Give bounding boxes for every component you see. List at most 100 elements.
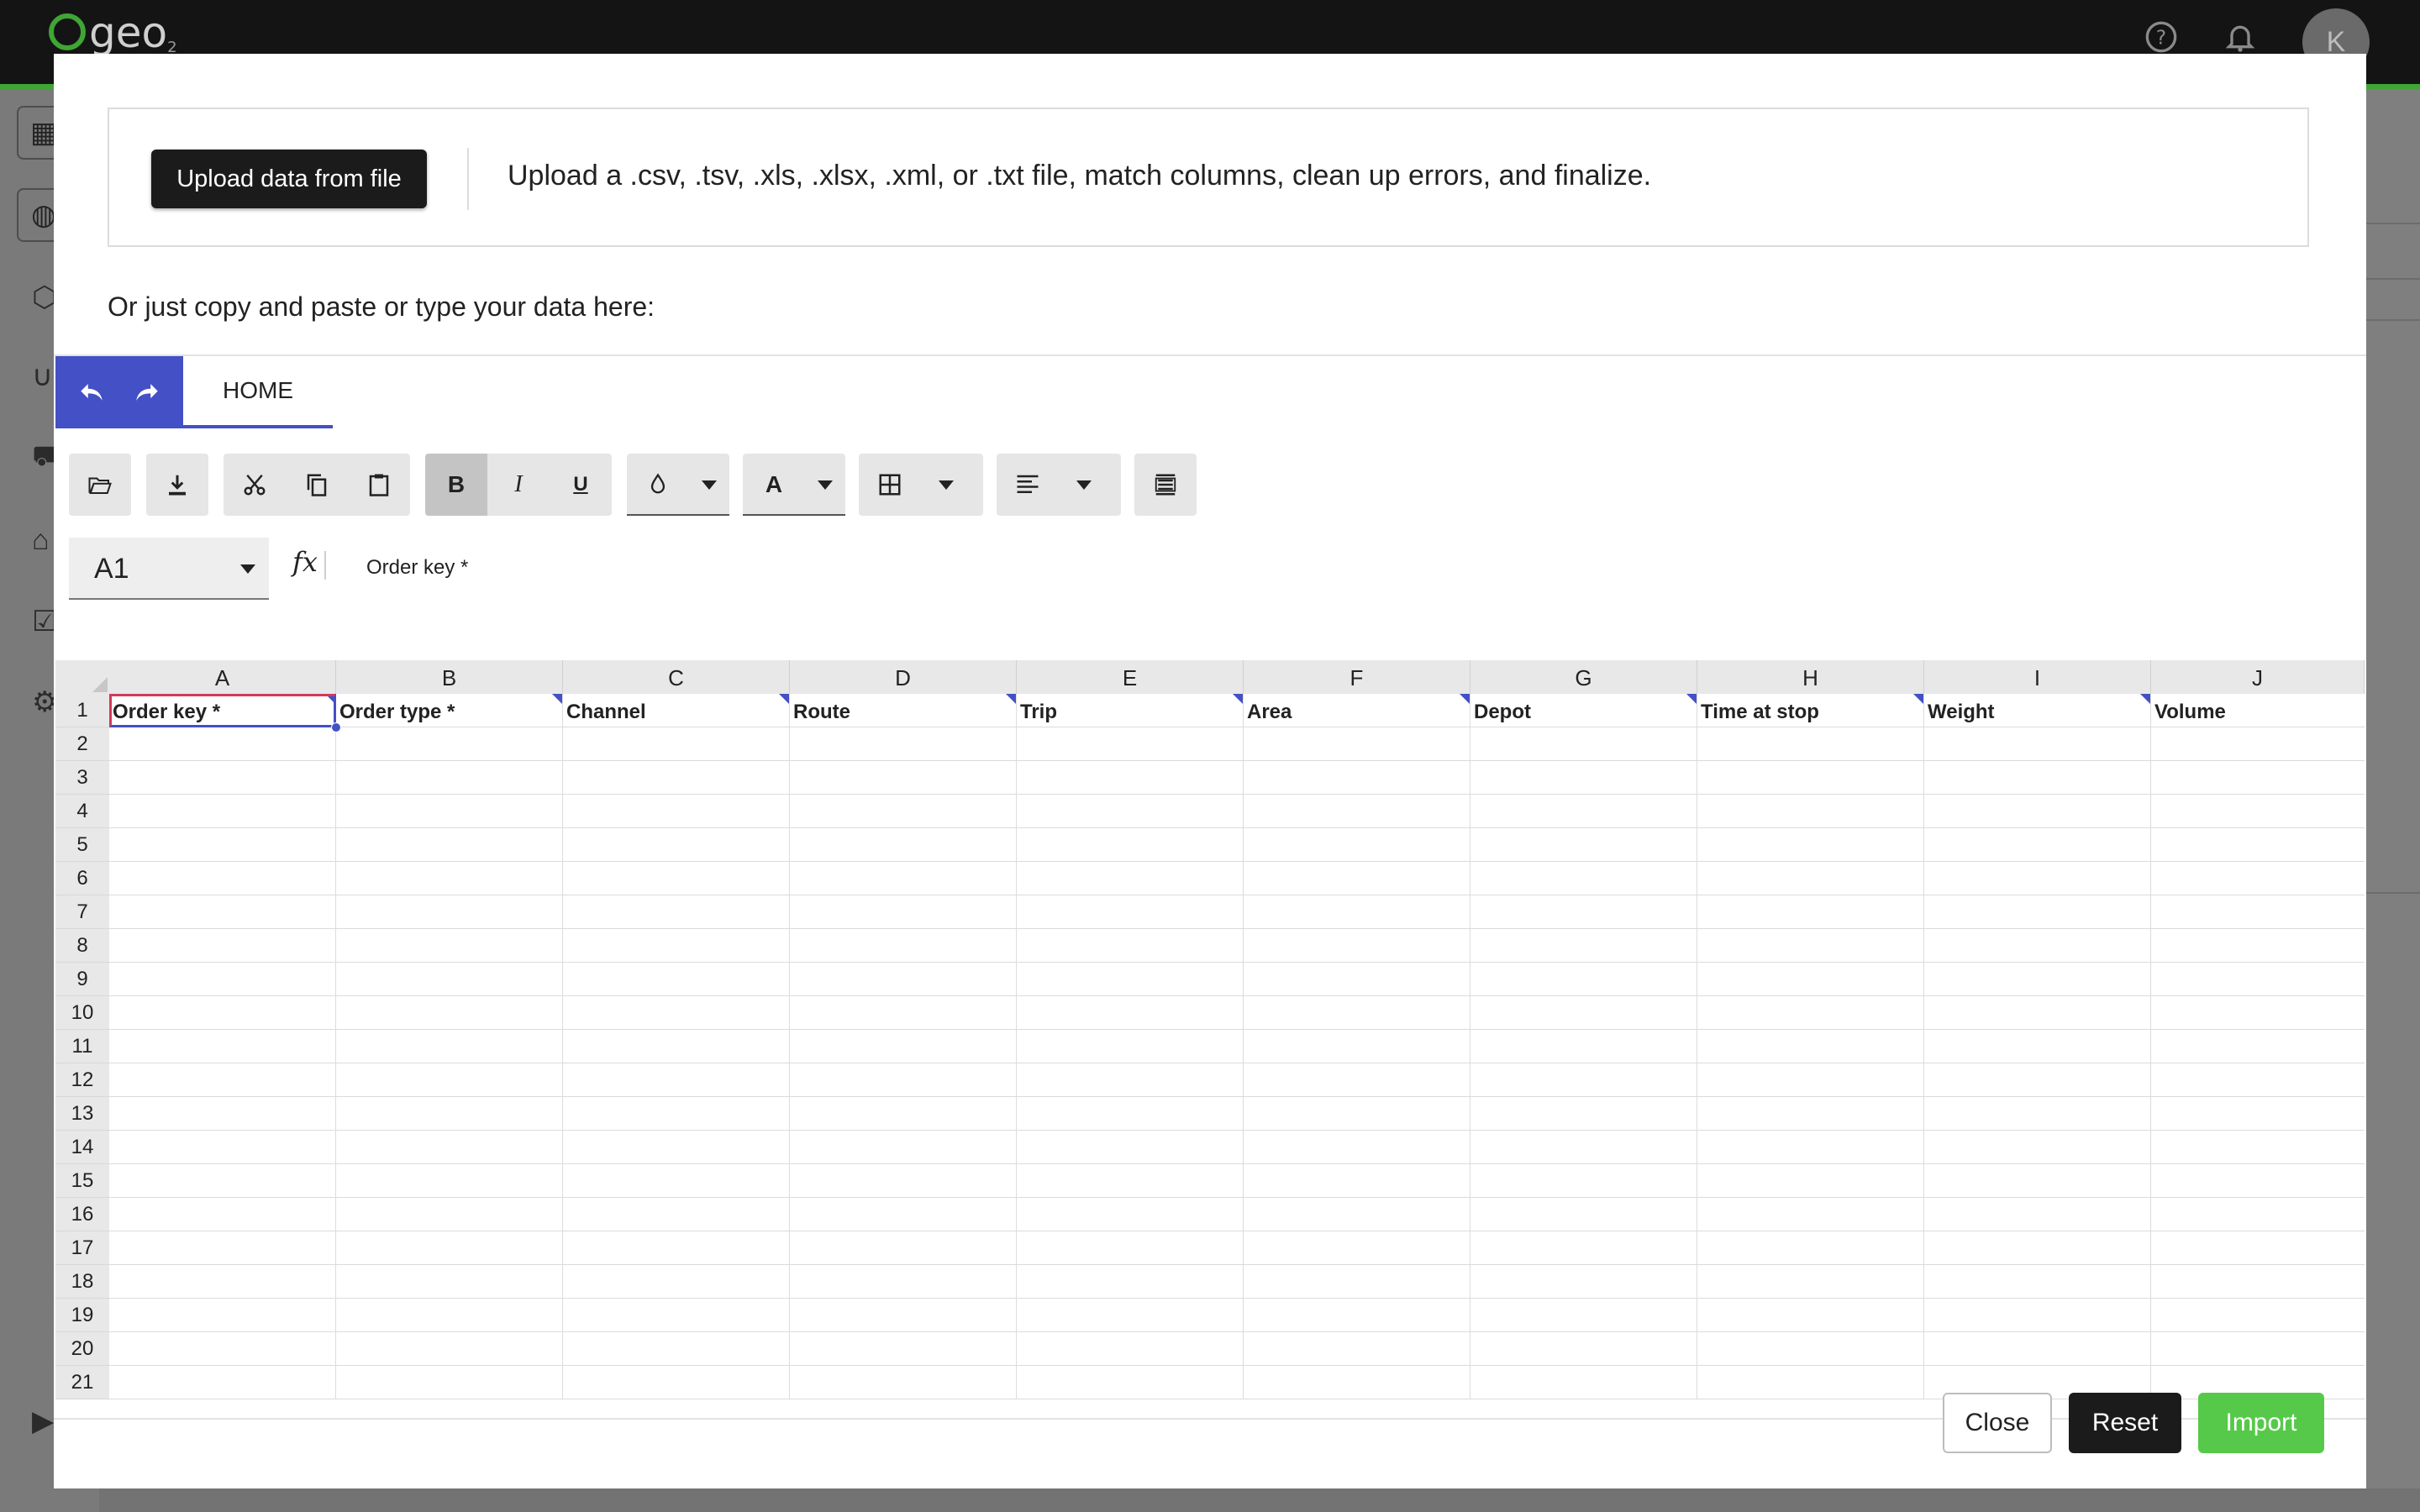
upload-file-button[interactable]: Upload data from file (151, 150, 427, 208)
upload-divider (467, 148, 469, 210)
row-header[interactable]: 10 (55, 996, 109, 1030)
column-header[interactable]: F (1244, 660, 1470, 694)
download-icon[interactable] (146, 454, 208, 516)
column-header[interactable]: H (1697, 660, 1924, 694)
row-header[interactable]: 4 (55, 795, 109, 828)
cell-comment-marker-icon (1686, 694, 1697, 704)
italic-button[interactable]: I (487, 454, 550, 516)
row-header[interactable]: 1 (55, 694, 109, 727)
fill-color-caret-icon (689, 454, 729, 516)
row-header[interactable]: 12 (55, 1063, 109, 1097)
upload-panel: Upload data from file Upload a .csv, .ts… (108, 108, 2309, 247)
cell-reference: A1 (94, 553, 129, 585)
row-header[interactable]: 18 (55, 1265, 109, 1299)
header-cell[interactable]: Route (790, 694, 1017, 727)
copy-icon[interactable] (286, 454, 348, 516)
app-logo[interactable]: geo 2 (49, 8, 177, 57)
header-cell[interactable]: Order type * (336, 694, 563, 727)
row-header[interactable]: 20 (55, 1332, 109, 1366)
borders-icon (859, 454, 921, 516)
close-button[interactable]: Close (1943, 1393, 2052, 1453)
row-header[interactable]: 19 (55, 1299, 109, 1332)
formula-input[interactable]: Order key * (366, 556, 468, 580)
open-folder-icon[interactable] (69, 454, 131, 516)
fx-icon: fx (292, 546, 318, 578)
formula-divider (324, 551, 326, 580)
header-cell[interactable]: Trip (1017, 694, 1244, 727)
row-header[interactable]: 2 (55, 727, 109, 761)
logo-ring-icon (49, 13, 86, 50)
font-color-swatch (743, 514, 845, 516)
column-header[interactable]: B (336, 660, 563, 694)
align-dropdown[interactable] (997, 454, 1121, 516)
header-cell[interactable]: Weight (1924, 694, 2151, 727)
text-style-group: B I U (425, 454, 612, 516)
import-modal: Upload data from file Upload a .csv, .ts… (54, 54, 2366, 1488)
open-group (69, 454, 131, 516)
wrap-text-icon[interactable] (1134, 454, 1197, 516)
borders-dropdown[interactable] (859, 454, 983, 516)
fill-color-dropdown[interactable] (627, 454, 729, 516)
fill-handle[interactable] (331, 722, 341, 732)
cell-comment-marker-icon (1233, 694, 1243, 704)
reset-button[interactable]: Reset (2069, 1393, 2181, 1453)
background-footer (99, 1488, 2420, 1512)
svg-text:?: ? (2156, 25, 2166, 49)
column-header[interactable]: E (1017, 660, 1244, 694)
column-header[interactable]: D (790, 660, 1017, 694)
header-cell[interactable]: Time at stop (1697, 694, 1924, 727)
header-cell[interactable]: Area (1244, 694, 1470, 727)
cell-comment-marker-icon (2140, 694, 2150, 704)
row-header[interactable]: 7 (55, 895, 109, 929)
row-header[interactable]: 6 (55, 862, 109, 895)
column-header[interactable]: A (109, 660, 336, 694)
fill-color-icon (627, 454, 689, 516)
import-button[interactable]: Import (2198, 1393, 2324, 1453)
undo-redo-group (55, 356, 183, 428)
logo-text: geo (89, 8, 168, 57)
clipboard-group (224, 454, 410, 516)
paste-icon[interactable] (348, 454, 410, 516)
cell-comment-marker-icon (1460, 694, 1470, 704)
row-header[interactable]: 13 (55, 1097, 109, 1131)
cell-reference-box[interactable]: A1 (69, 538, 269, 600)
italic-label: I (514, 471, 523, 497)
row-header[interactable]: 17 (55, 1231, 109, 1265)
row-header[interactable]: 9 (55, 963, 109, 996)
borders-caret-icon (921, 454, 971, 516)
tab-home[interactable]: HOME (183, 356, 333, 428)
spreadsheet-editor: HOME B I U A A1 fx Order key * A B C D E… (54, 354, 2366, 1420)
row-header[interactable]: 8 (55, 929, 109, 963)
column-header[interactable]: G (1470, 660, 1697, 694)
cell-comment-marker-icon (779, 694, 789, 704)
wrap-group (1134, 454, 1197, 516)
column-header[interactable]: J (2151, 660, 2365, 694)
header-cell[interactable]: Channel (563, 694, 790, 727)
column-header[interactable]: C (563, 660, 790, 694)
upload-hint: Upload a .csv, .tsv, .xls, .xlsx, .xml, … (508, 160, 1652, 192)
cell-comment-marker-icon (552, 694, 562, 704)
row-header[interactable]: 16 (55, 1198, 109, 1231)
cell-area[interactable] (109, 694, 2365, 1399)
bold-button[interactable]: B (425, 454, 487, 516)
redo-icon[interactable] (126, 371, 168, 413)
row-header[interactable]: 14 (55, 1131, 109, 1164)
cut-icon[interactable] (224, 454, 286, 516)
undo-icon[interactable] (71, 371, 113, 413)
row-header[interactable]: 15 (55, 1164, 109, 1198)
row-header[interactable]: 11 (55, 1030, 109, 1063)
header-cell[interactable]: Depot (1470, 694, 1697, 727)
column-header[interactable]: I (1924, 660, 2151, 694)
select-all-corner[interactable] (55, 660, 109, 694)
font-color-dropdown[interactable]: A (743, 454, 845, 516)
header-cell[interactable]: Volume (2151, 694, 2378, 727)
download-group (146, 454, 208, 516)
row-header[interactable]: 5 (55, 828, 109, 862)
row-header[interactable]: 21 (55, 1366, 109, 1399)
fill-color-swatch (627, 514, 729, 516)
selected-cell-outline (109, 694, 336, 727)
underline-button[interactable]: U (550, 454, 612, 516)
row-header[interactable]: 3 (55, 761, 109, 795)
align-caret-icon (1059, 454, 1109, 516)
cell-comment-marker-icon (1913, 694, 1923, 704)
